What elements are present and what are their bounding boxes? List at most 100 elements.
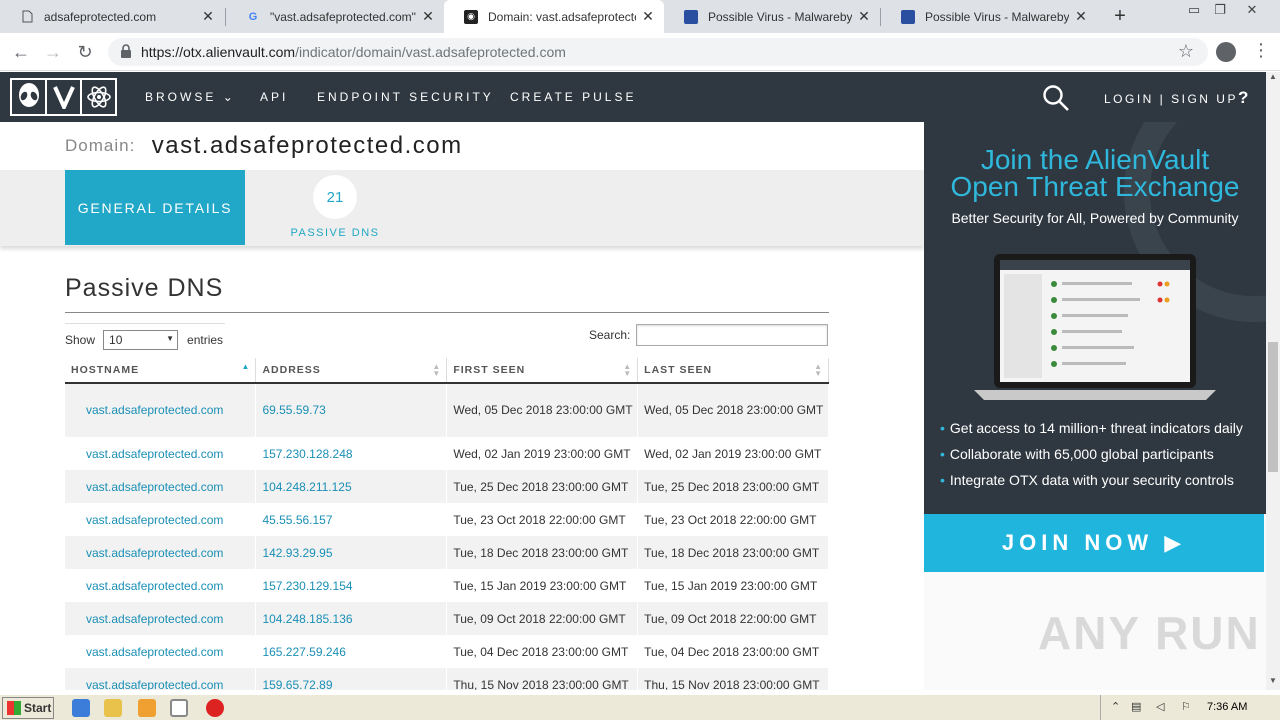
nav-api[interactable]: API — [260, 90, 288, 104]
back-icon[interactable]: ← — [10, 41, 32, 63]
ie-icon[interactable] — [72, 699, 90, 717]
last-seen-cell: Wed, 02 Jan 2019 23:00:00 GMT — [637, 437, 829, 470]
benefit-text: Get access to 14 million+ threat indicat… — [949, 420, 1243, 436]
minimize-icon[interactable]: ▭ — [1182, 2, 1206, 18]
browser-tab[interactable]: adsafeprotected.com ✕ — [0, 0, 224, 33]
tab-passive-dns[interactable]: 21 PASSIVE DNS — [250, 170, 420, 246]
security-app-icon[interactable] — [206, 699, 224, 717]
address-link[interactable]: 104.248.211.125 — [262, 480, 351, 494]
close-icon[interactable]: ✕ — [1073, 8, 1089, 25]
scroll-up-icon[interactable]: ▲ — [1266, 72, 1280, 86]
join-now-button[interactable]: JOIN NOW ▶ — [924, 514, 1264, 572]
nav-create-pulse[interactable]: CREATE PULSE — [510, 90, 636, 104]
start-button[interactable]: Start — [2, 697, 54, 719]
folder-icon[interactable] — [104, 699, 122, 717]
col-header-first-seen[interactable]: FIRST SEEN ▲ ▼ — [446, 358, 639, 384]
search-icon[interactable] — [1042, 84, 1070, 112]
first-seen-cell: Tue, 04 Dec 2018 23:00:00 GMT — [446, 635, 639, 668]
browser-tab[interactable]: Possible Virus - Malwarebytes N ✕ — [664, 0, 880, 33]
close-icon[interactable]: ✕ — [856, 8, 872, 25]
tab-title: Domain: vast.adsafeprotected.c — [488, 9, 636, 24]
bullet-icon: • — [940, 472, 945, 488]
browser-menu-icon[interactable]: ⋮ — [1252, 40, 1270, 61]
address-link[interactable]: 157.230.128.248 — [262, 447, 352, 461]
browser-tab-active[interactable]: ◉ Domain: vast.adsafeprotected.c ✕ — [444, 0, 664, 33]
browser-tab[interactable]: G "vast.adsafeprotected.com" - G ✕ — [226, 0, 444, 33]
first-seen-cell: Tue, 23 Oct 2018 22:00:00 GMT — [446, 503, 639, 536]
volume-icon[interactable]: ◁ — [1156, 700, 1164, 713]
lock-icon — [121, 44, 131, 58]
address-link[interactable]: 104.248.185.136 — [262, 612, 352, 626]
taskbar-clock[interactable]: 7:36 AM — [1207, 701, 1247, 713]
alienvault-icon: ◉ — [464, 9, 478, 24]
scrollbar-thumb[interactable] — [1268, 342, 1278, 472]
media-player-icon[interactable] — [138, 699, 156, 717]
passive-dns-table: HOSTNAME ▲ ADDRESS ▲ ▼ FIRST SEEN ▲ ▼ LAST SE… — [65, 358, 829, 690]
page-icon — [20, 10, 34, 24]
forward-icon[interactable]: → — [42, 41, 64, 63]
tab-general-details[interactable]: GENERAL DETAILS — [65, 170, 245, 245]
v-logo-icon — [47, 80, 82, 114]
passive-dns-tab-label: PASSIVE DNS — [290, 227, 380, 239]
new-tab-button[interactable]: + — [1110, 4, 1130, 28]
address-link[interactable]: 45.55.56.157 — [262, 513, 332, 527]
profile-avatar-icon[interactable] — [1216, 42, 1236, 62]
login-signup-link[interactable]: LOGIN | SIGN UP — [1104, 92, 1238, 106]
windows-logo-icon — [7, 701, 21, 715]
col-header-address[interactable]: ADDRESS ▲ ▼ — [255, 358, 448, 384]
search-input[interactable] — [636, 324, 829, 346]
windows-taskbar: Start ⌃ ▤ ◁ ⚐ 7:36 AM — [0, 694, 1280, 720]
laptop-screenshot-image — [974, 254, 1216, 400]
promo-title-line2: Open Threat Exchange — [950, 171, 1240, 202]
address-link[interactable]: 157.230.129.154 — [262, 579, 352, 593]
promo-title: Join the AlienVault Open Threat Exchange — [924, 146, 1266, 202]
page-scrollbar[interactable]: ▲ ▼ — [1266, 72, 1280, 690]
entries-select[interactable]: 10 ▼ — [103, 330, 179, 350]
close-icon[interactable]: ✕ — [200, 8, 216, 25]
show-label: Show — [65, 333, 96, 347]
tray-expand-icon[interactable]: ⌃ — [1111, 700, 1120, 713]
otx-logo[interactable] — [10, 78, 117, 116]
chrome-icon[interactable] — [170, 699, 188, 717]
flag-icon[interactable]: ⚐ — [1181, 700, 1191, 713]
url-text[interactable]: https://otx.alienvault.com/indicator/dom… — [141, 44, 566, 60]
window-close-icon[interactable]: ✕ — [1240, 2, 1264, 18]
hostname-cell: vast.adsafeprotected.com — [65, 536, 257, 569]
network-icon[interactable]: ▤ — [1131, 700, 1141, 713]
browser-tab[interactable]: Possible Virus - Malwarebytes N ✕ — [881, 0, 1097, 33]
table-row: vast.adsafeprotected.com 165.227.59.246 … — [65, 635, 829, 668]
entries-label: entries — [187, 333, 224, 347]
nav-browse[interactable]: BROWSE ⌄ — [145, 90, 236, 104]
tab-title: adsafeprotected.com — [44, 9, 157, 24]
col-header-last-seen[interactable]: LAST SEEN ▲ ▼ — [637, 358, 829, 384]
close-icon[interactable]: ✕ — [640, 8, 656, 25]
hostname-cell: vast.adsafeprotected.com — [65, 470, 257, 503]
hostname-link[interactable]: vast.adsafeprotected.com — [86, 403, 223, 417]
hostname-link[interactable]: vast.adsafeprotected.com — [86, 480, 223, 494]
hostname-cell: vast.adsafeprotected.com — [65, 602, 257, 635]
help-icon[interactable]: ? — [1238, 88, 1248, 108]
hostname-link[interactable]: vast.adsafeprotected.com — [86, 645, 223, 659]
col-header-hostname[interactable]: HOSTNAME ▲ — [65, 358, 257, 384]
hostname-link[interactable]: vast.adsafeprotected.com — [86, 579, 223, 593]
restore-icon[interactable]: ❐ — [1208, 2, 1232, 18]
address-link[interactable]: 142.93.29.95 — [262, 546, 332, 560]
hostname-link[interactable]: vast.adsafeprotected.com — [86, 678, 223, 691]
hostname-link[interactable]: vast.adsafeprotected.com — [86, 612, 223, 626]
hostname-cell: vast.adsafeprotected.com — [65, 635, 257, 668]
nav-endpoint-security[interactable]: ENDPOINT SECURITY — [317, 90, 494, 104]
address-link[interactable]: 165.227.59.246 — [262, 645, 345, 659]
scroll-down-icon[interactable]: ▼ — [1266, 676, 1280, 690]
address-bar[interactable]: https://otx.alienvault.com/indicator/dom… — [108, 38, 1208, 66]
url-host: https://otx.alienvault.com — [141, 44, 296, 60]
address-link[interactable]: 159.65.72.89 — [262, 678, 332, 691]
hostname-link[interactable]: vast.adsafeprotected.com — [86, 546, 223, 560]
address-link[interactable]: 69.55.59.73 — [262, 403, 325, 417]
hostname-link[interactable]: vast.adsafeprotected.com — [86, 513, 223, 527]
reload-icon[interactable]: ↻ — [74, 41, 96, 63]
last-seen-cell: Tue, 04 Dec 2018 23:00:00 GMT — [637, 635, 829, 668]
bookmark-star-icon[interactable]: ☆ — [1178, 41, 1194, 62]
passive-dns-count-badge: 21 — [313, 175, 357, 219]
hostname-link[interactable]: vast.adsafeprotected.com — [86, 447, 223, 461]
close-icon[interactable]: ✕ — [420, 8, 436, 25]
